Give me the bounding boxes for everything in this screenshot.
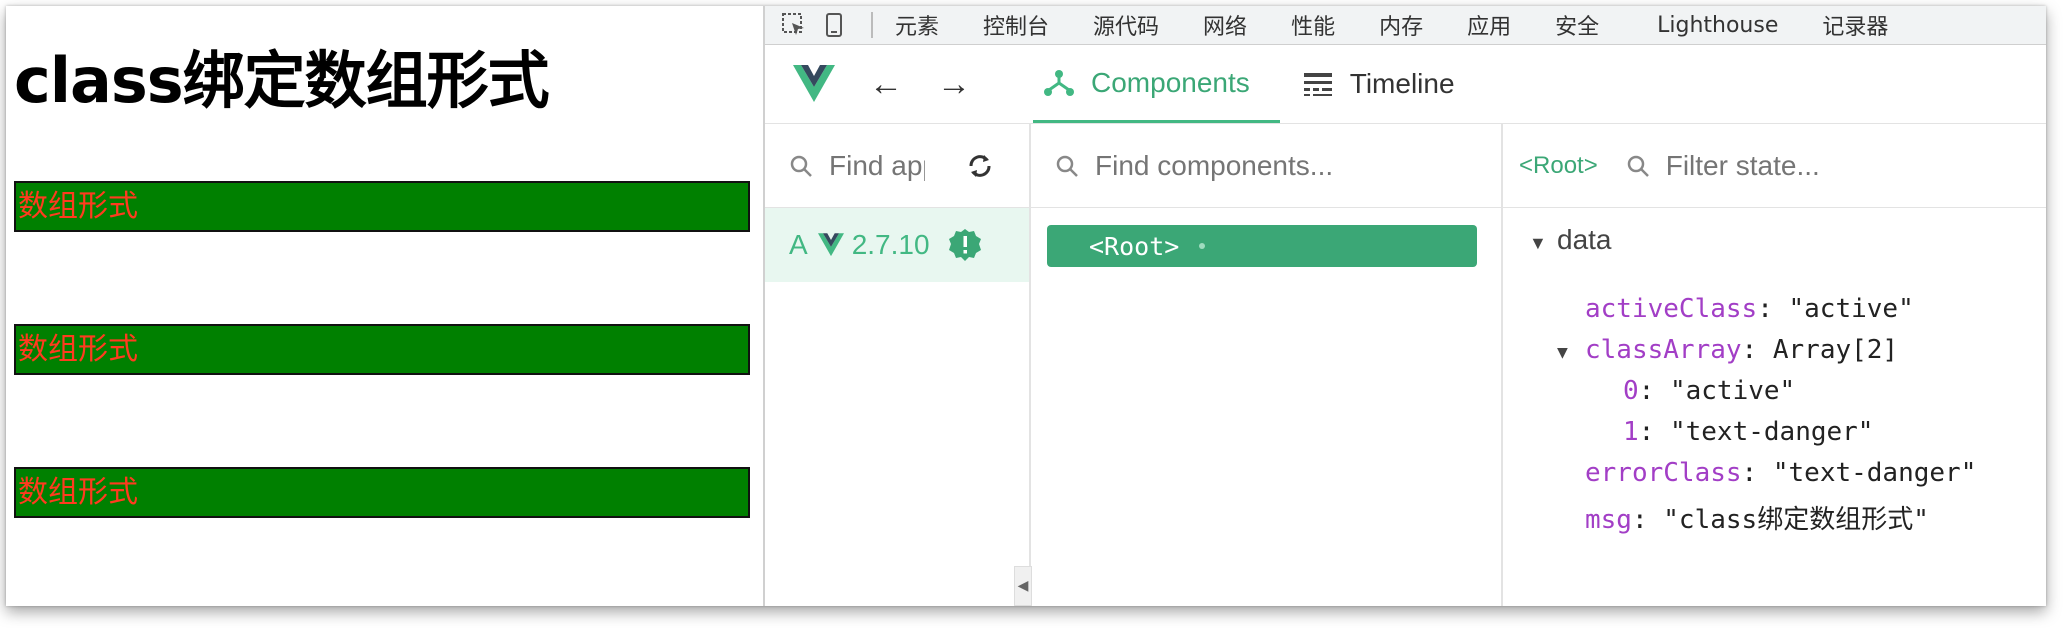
tab-recorder[interactable]: 记录器 (1822, 9, 1888, 41)
data-section-header[interactable]: ▼ data (1529, 224, 1612, 256)
array-class-box-3: 数组形式 (14, 467, 750, 518)
apps-search-row (765, 124, 1029, 208)
rendered-page: class绑定数组形式 数组形式 数组形式 数组形式 (6, 6, 763, 606)
components-search-row (1031, 124, 1501, 208)
tab-components-label: Components (1091, 66, 1250, 98)
vue-app-icon (817, 233, 844, 257)
search-icon (1627, 155, 1649, 177)
state-search-row: <Root> (1503, 124, 2046, 208)
vue-version: 2.7.10 (851, 229, 930, 260)
devtools-panel: 元素 控制台 源代码 网络 性能 内存 应用 安全 Lighthouse 记录器… (763, 6, 2046, 606)
search-icon (1056, 155, 1078, 177)
components-tree-icon (1044, 69, 1074, 96)
app-item[interactable]: A 2.7.10 (765, 208, 1029, 282)
find-components-input[interactable] (1095, 149, 1475, 182)
find-apps-input[interactable] (829, 149, 925, 182)
array-class-box-2: 数组形式 (14, 324, 750, 375)
device-toolbar-icon[interactable] (819, 10, 849, 40)
array-class-box-1: 数组形式 (14, 181, 750, 232)
search-icon (790, 155, 812, 177)
state-row-msg[interactable]: msg: "class绑定数组形式" (1585, 499, 1929, 536)
state-inspector-column: <Root> ▼data activeClass: "active" ▼clas… (1503, 124, 2046, 606)
forward-arrow-icon[interactable]: → (937, 65, 971, 104)
expand-triangle-icon: ▼ (1529, 233, 1547, 253)
page-title: class绑定数组形式 (14, 44, 550, 117)
tab-application[interactable]: 应用 (1467, 9, 1511, 41)
vue-devtools-toolbar: ← → Components Timeline (765, 45, 2046, 124)
warning-badge-icon[interactable] (948, 228, 982, 262)
component-tree-column: <Root> (1031, 124, 1503, 606)
state-row-classarray[interactable]: ▼ classArray: Array[2] (1557, 335, 1898, 365)
root-component-node[interactable]: <Root> (1047, 225, 1477, 267)
screenshot-frame: class绑定数组形式 数组形式 数组形式 数组形式 元素 控制台 源代码 网络… (6, 6, 2046, 606)
devtools-tabbar: 元素 控制台 源代码 网络 性能 内存 应用 安全 Lighthouse 记录器 (765, 6, 2046, 45)
expand-triangle-icon: ▼ (1557, 342, 1568, 363)
root-node-dot (1199, 243, 1206, 249)
tab-timeline[interactable]: Timeline (1302, 45, 1455, 123)
tab-memory[interactable]: 内存 (1379, 9, 1423, 41)
tab-sources[interactable]: 源代码 (1093, 9, 1159, 41)
tabbar-separator (871, 12, 873, 38)
tab-console[interactable]: 控制台 (983, 9, 1049, 41)
app-label: A (789, 229, 808, 260)
tab-lighthouse[interactable]: Lighthouse (1657, 13, 1778, 38)
tab-security[interactable]: 安全 (1555, 9, 1599, 41)
selected-component-crumb: <Root> (1519, 151, 1598, 179)
filter-state-input[interactable] (1665, 149, 1966, 182)
tab-timeline-label: Timeline (1349, 68, 1455, 99)
inspect-element-icon[interactable] (779, 10, 809, 40)
tab-network[interactable]: 网络 (1203, 9, 1247, 41)
state-row-errorclass[interactable]: errorClass: "text-danger" (1585, 458, 1976, 488)
refresh-icon[interactable] (965, 152, 995, 180)
tab-performance[interactable]: 性能 (1291, 9, 1335, 41)
back-arrow-icon[interactable]: ← (869, 65, 903, 104)
root-node-label: <Root> (1089, 231, 1180, 261)
tab-components[interactable]: Components (1033, 45, 1280, 123)
state-row-array-item-0[interactable]: 0: "active" (1623, 376, 1795, 406)
state-row-activeclass[interactable]: activeClass: "active" (1585, 294, 1914, 324)
tab-elements[interactable]: 元素 (895, 9, 939, 41)
collapse-splitter-handle[interactable]: ◀ (1014, 566, 1032, 606)
timeline-icon (1303, 73, 1332, 96)
apps-column: A 2.7.10 ◀ (765, 124, 1032, 606)
vue-logo-icon[interactable] (793, 65, 835, 103)
state-row-array-item-1[interactable]: 1: "text-danger" (1623, 417, 1873, 447)
